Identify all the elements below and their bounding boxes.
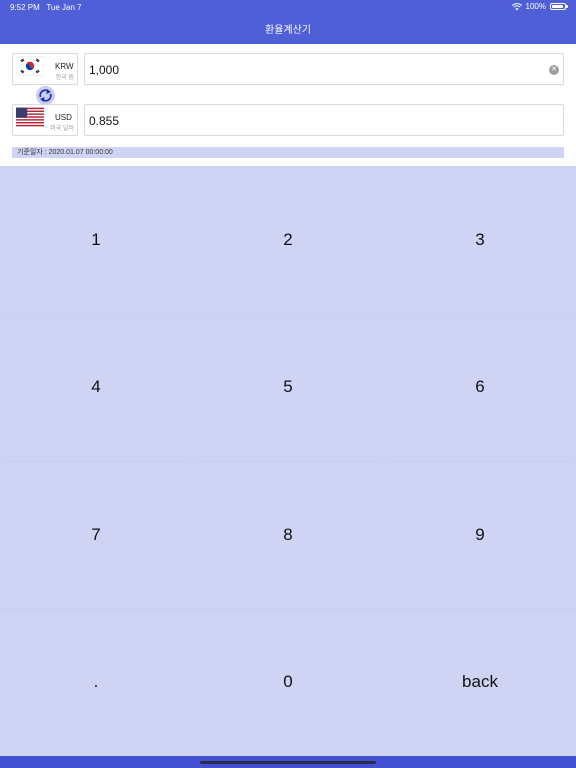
status-right: 100% — [511, 2, 568, 11]
key-8[interactable]: 8 — [192, 461, 384, 609]
south-korea-flag-icon — [16, 56, 44, 76]
base-date-label: 기준일자 : 2020.01.07 00:00:00 — [12, 147, 564, 158]
usa-flag-icon — [16, 107, 44, 127]
target-amount-value: 0.855 — [89, 114, 120, 128]
source-currency-selector[interactable]: KRW 한국 원 — [12, 53, 78, 85]
key-2[interactable]: 2 — [192, 166, 384, 314]
key-decimal[interactable]: . — [0, 608, 192, 756]
target-currency-selector[interactable]: USD 미국 달러 — [12, 104, 78, 136]
app-header: 9:52 PM Tue Jan 7 100% 환율계산기 — [0, 0, 576, 44]
battery-percent: 100% — [525, 2, 546, 11]
key-5[interactable]: 5 — [192, 313, 384, 461]
key-back[interactable]: back — [384, 608, 576, 756]
home-indicator[interactable] — [200, 761, 376, 764]
source-amount-input[interactable]: 1,000 ✕ — [84, 53, 564, 85]
key-3[interactable]: 3 — [384, 166, 576, 314]
status-time: 9:52 PM Tue Jan 7 — [10, 3, 82, 12]
target-amount-output[interactable]: 0.855 — [84, 104, 564, 136]
wifi-icon — [511, 2, 522, 10]
key-6[interactable]: 6 — [384, 313, 576, 461]
page-title: 환율계산기 — [265, 25, 311, 36]
swap-arrows-icon — [39, 89, 52, 102]
footer-bar — [0, 756, 576, 768]
key-4[interactable]: 4 — [0, 313, 192, 461]
key-9[interactable]: 9 — [384, 461, 576, 609]
key-1[interactable]: 1 — [0, 166, 192, 314]
key-0[interactable]: 0 — [192, 608, 384, 756]
status-clock: 9:52 PM — [10, 3, 40, 12]
key-7[interactable]: 7 — [0, 461, 192, 609]
swap-currency-button[interactable] — [36, 86, 55, 105]
keypad: 1 2 3 4 5 6 7 8 9 . 0 back — [0, 166, 576, 756]
source-currency-name: 한국 원 — [55, 75, 74, 81]
source-currency-code: KRW — [55, 62, 74, 71]
target-currency-code: USD — [55, 113, 72, 122]
target-currency-name: 미국 달러 — [50, 126, 74, 132]
clear-icon[interactable]: ✕ — [549, 65, 559, 75]
source-amount-value: 1,000 — [89, 63, 120, 77]
battery-icon — [550, 3, 568, 10]
status-date: Tue Jan 7 — [46, 3, 82, 12]
status-bar: 9:52 PM Tue Jan 7 100% — [0, 0, 576, 14]
